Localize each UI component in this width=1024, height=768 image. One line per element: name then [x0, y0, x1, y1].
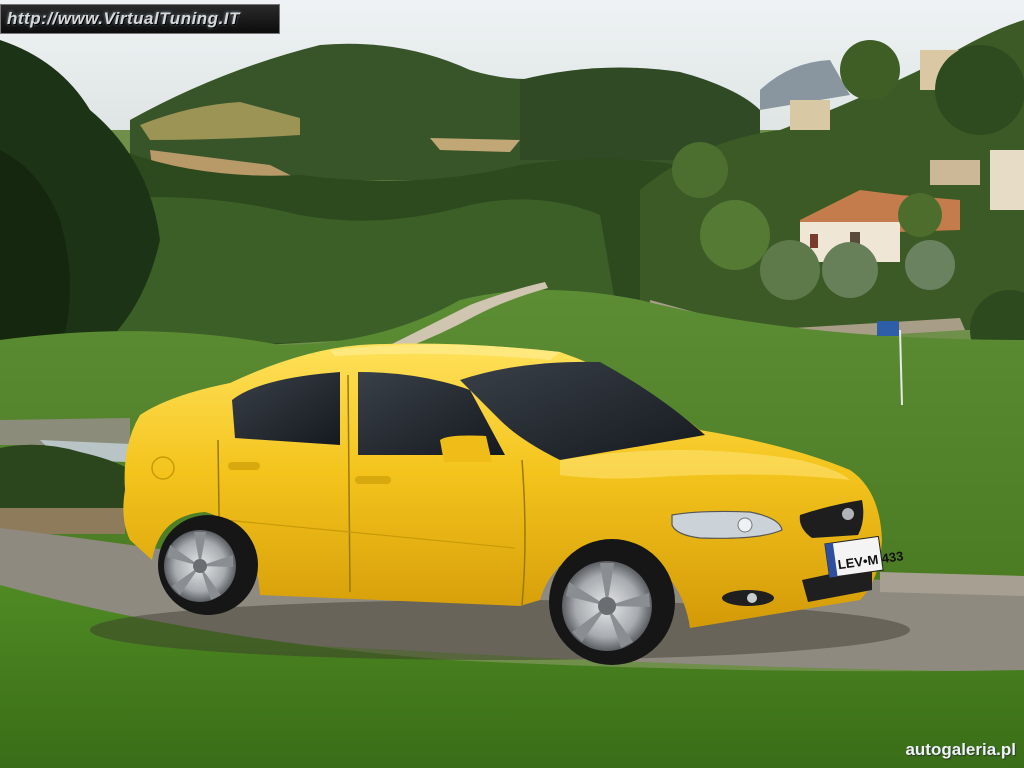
- virtualtuning-url-banner: http://www.VirtualTuning.IT: [0, 4, 280, 34]
- banner-url-text: http://www.VirtualTuning.IT: [7, 9, 240, 28]
- photo-scene: LEV•M 433: [0, 0, 1024, 768]
- autogaleria-watermark: autogaleria.pl: [905, 740, 1016, 759]
